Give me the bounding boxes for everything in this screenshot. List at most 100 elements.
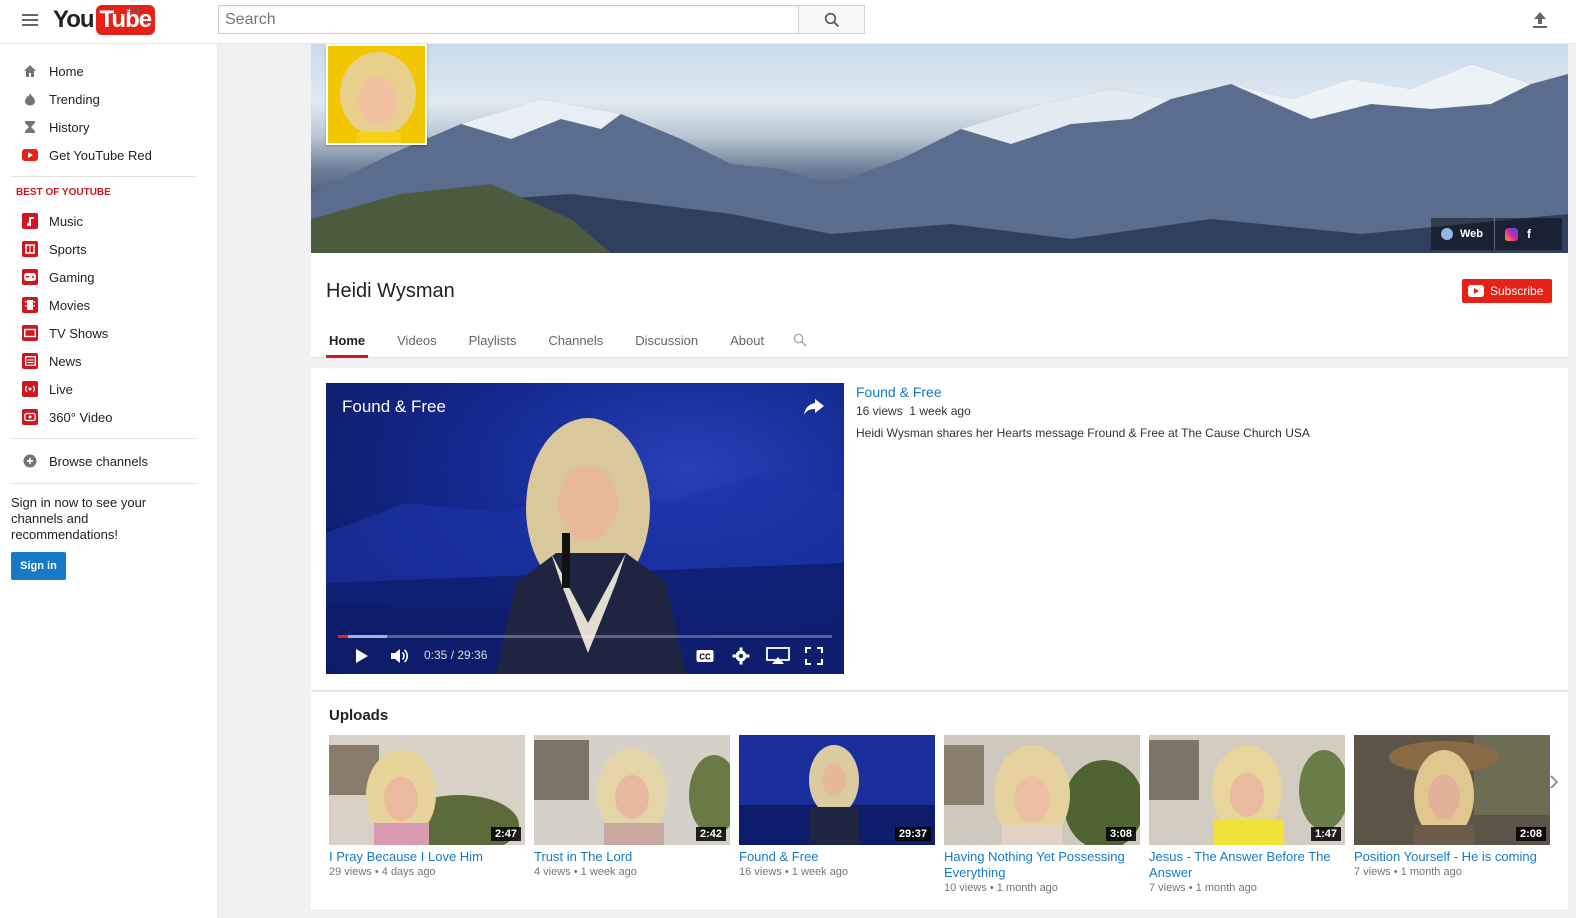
- share-icon[interactable]: [803, 397, 825, 417]
- sidebar-item-music[interactable]: Music: [0, 207, 218, 235]
- region-label: AU: [126, 6, 140, 17]
- sign-in-button[interactable]: Sign in: [11, 552, 66, 580]
- news-icon: [22, 353, 38, 369]
- home-icon: [22, 63, 38, 79]
- web-link[interactable]: Web: [1431, 218, 1495, 250]
- tab-home[interactable]: Home: [326, 327, 369, 358]
- sidebar-item-news[interactable]: News: [0, 347, 218, 375]
- airplay-icon[interactable]: [766, 647, 790, 665]
- sidebar-item-live[interactable]: Live: [0, 375, 218, 403]
- chevron-right-icon[interactable]: [1549, 775, 1561, 791]
- view-count: 7 views: [1149, 882, 1186, 894]
- svg-text:CC: CC: [699, 653, 711, 662]
- sidebar-item-movies[interactable]: Movies: [0, 291, 218, 319]
- video-card[interactable]: 29:37 Found & Free 16 views • 1 week ago: [739, 735, 935, 878]
- sidebar-item-label: Movies: [49, 297, 91, 313]
- sidebar-item-label: TV Shows: [49, 325, 109, 341]
- search-box: [218, 5, 799, 34]
- avatar-image: [328, 46, 425, 143]
- tab-about[interactable]: About: [727, 327, 767, 358]
- featured-video-meta: 16 views 1 week ago: [856, 404, 1556, 418]
- player-title: Found & Free: [342, 397, 446, 416]
- channel-search-icon[interactable]: [793, 333, 807, 347]
- video-card[interactable]: 2:08 Position Yourself - He is coming 7 …: [1354, 735, 1550, 878]
- video-card[interactable]: 1:47 Jesus - The Answer Before The Answe…: [1149, 735, 1345, 894]
- view-count: 10 views: [944, 882, 987, 894]
- upload-age: 1 month ago: [1195, 882, 1257, 894]
- masthead: You Tube AU: [0, 0, 1576, 44]
- tab-discussion[interactable]: Discussion: [632, 327, 701, 358]
- video-card[interactable]: 3:08 Having Nothing Yet Possessing Every…: [944, 735, 1140, 894]
- tab-channels[interactable]: Channels: [545, 327, 606, 358]
- sidebar-item-360-video[interactable]: 360° Video: [0, 403, 218, 431]
- upload-age: 1 week ago: [580, 866, 637, 878]
- tab-videos[interactable]: Videos: [394, 327, 440, 358]
- sidebar-item-label: Music: [49, 213, 83, 229]
- sidebar-item-browse-channels[interactable]: Browse channels: [0, 447, 218, 475]
- video-frame: [326, 418, 844, 674]
- view-count: 7 views: [1354, 866, 1391, 878]
- view-count: 16 views: [856, 404, 903, 418]
- video-title[interactable]: Position Yourself - He is coming: [1354, 849, 1550, 865]
- video-thumbnail[interactable]: 1:47: [1149, 735, 1345, 845]
- video-thumbnail[interactable]: 3:08: [944, 735, 1140, 845]
- video-duration: 2:47: [490, 827, 521, 841]
- hourglass-icon: [22, 119, 38, 135]
- video-duration: 3:08: [1105, 827, 1136, 841]
- featured-video-info: Found & Free 16 views 1 week ago Heidi W…: [856, 384, 1556, 440]
- upload-icon[interactable]: [1530, 10, 1550, 30]
- logo-you-text: You: [53, 6, 95, 33]
- progress-bar[interactable]: [338, 635, 832, 638]
- divider: [11, 176, 196, 177]
- video-meta: 7 views • 1 month ago: [1149, 882, 1257, 894]
- volume-icon[interactable]: [390, 647, 408, 665]
- sidebar-item-label: Gaming: [49, 269, 95, 285]
- search-icon: [824, 12, 839, 27]
- sidebar-item-gaming[interactable]: Gaming: [0, 263, 218, 291]
- youtube-red-icon: [22, 147, 38, 163]
- facebook-icon[interactable]: f: [1527, 227, 1540, 241]
- instagram-icon[interactable]: [1505, 227, 1518, 241]
- fullscreen-icon[interactable]: [805, 647, 823, 665]
- video-thumbnail[interactable]: 2:08: [1354, 735, 1550, 845]
- video-meta: 10 views • 1 month ago: [944, 882, 1058, 894]
- sidebar-item-label: Get YouTube Red: [49, 147, 152, 163]
- video-duration: 2:42: [695, 827, 726, 841]
- sidebar-item-youtube-red[interactable]: Get YouTube Red: [0, 141, 218, 169]
- video-card[interactable]: 2:47 I Pray Because I Love Him 29 views …: [329, 735, 525, 878]
- video-duration: 1:47: [1310, 827, 1341, 841]
- video-player[interactable]: Found & Free 0:35 / 29:36 CC: [326, 383, 844, 674]
- video-title[interactable]: Trust in The Lord: [534, 849, 730, 865]
- channel-avatar[interactable]: [326, 44, 427, 145]
- globe-icon: [1441, 228, 1453, 240]
- sidebar-item-sports[interactable]: Sports: [0, 235, 218, 263]
- sidebar-item-label: Home: [49, 63, 84, 79]
- uploads-heading[interactable]: Uploads: [329, 707, 388, 724]
- channel-tabs: Home Videos Playlists Channels Discussio…: [326, 327, 807, 358]
- sidebar-item-home[interactable]: Home: [0, 57, 218, 85]
- tab-playlists[interactable]: Playlists: [466, 327, 520, 358]
- video-title[interactable]: Found & Free: [739, 849, 935, 865]
- video-thumbnail[interactable]: 2:42: [534, 735, 730, 845]
- video-thumbnail[interactable]: 29:37: [739, 735, 935, 845]
- video-meta: 7 views • 1 month ago: [1354, 866, 1462, 878]
- music-icon: [22, 213, 38, 229]
- captions-icon[interactable]: CC: [696, 647, 714, 665]
- sidebar-item-label: Live: [49, 381, 73, 397]
- video-title[interactable]: Jesus - The Answer Before The Answer: [1149, 849, 1345, 881]
- menu-icon[interactable]: [22, 14, 38, 26]
- play-icon[interactable]: [352, 647, 370, 665]
- settings-gear-icon[interactable]: [732, 647, 750, 665]
- sidebar-item-trending[interactable]: Trending: [0, 85, 218, 113]
- featured-video-title[interactable]: Found & Free: [856, 384, 1556, 400]
- video-title[interactable]: Having Nothing Yet Possessing Everything: [944, 849, 1140, 881]
- search-button[interactable]: [798, 5, 865, 34]
- sidebar-item-tv-shows[interactable]: TV Shows: [0, 319, 218, 347]
- video-title[interactable]: I Pray Because I Love Him: [329, 849, 525, 865]
- search-input[interactable]: [219, 6, 799, 33]
- video-card[interactable]: 2:42 Trust in The Lord 4 views • 1 week …: [534, 735, 730, 878]
- 360-video-icon: [22, 409, 38, 425]
- subscribe-button[interactable]: Subscribe: [1462, 279, 1552, 303]
- sidebar-item-history[interactable]: History: [0, 113, 218, 141]
- video-thumbnail[interactable]: 2:47: [329, 735, 525, 845]
